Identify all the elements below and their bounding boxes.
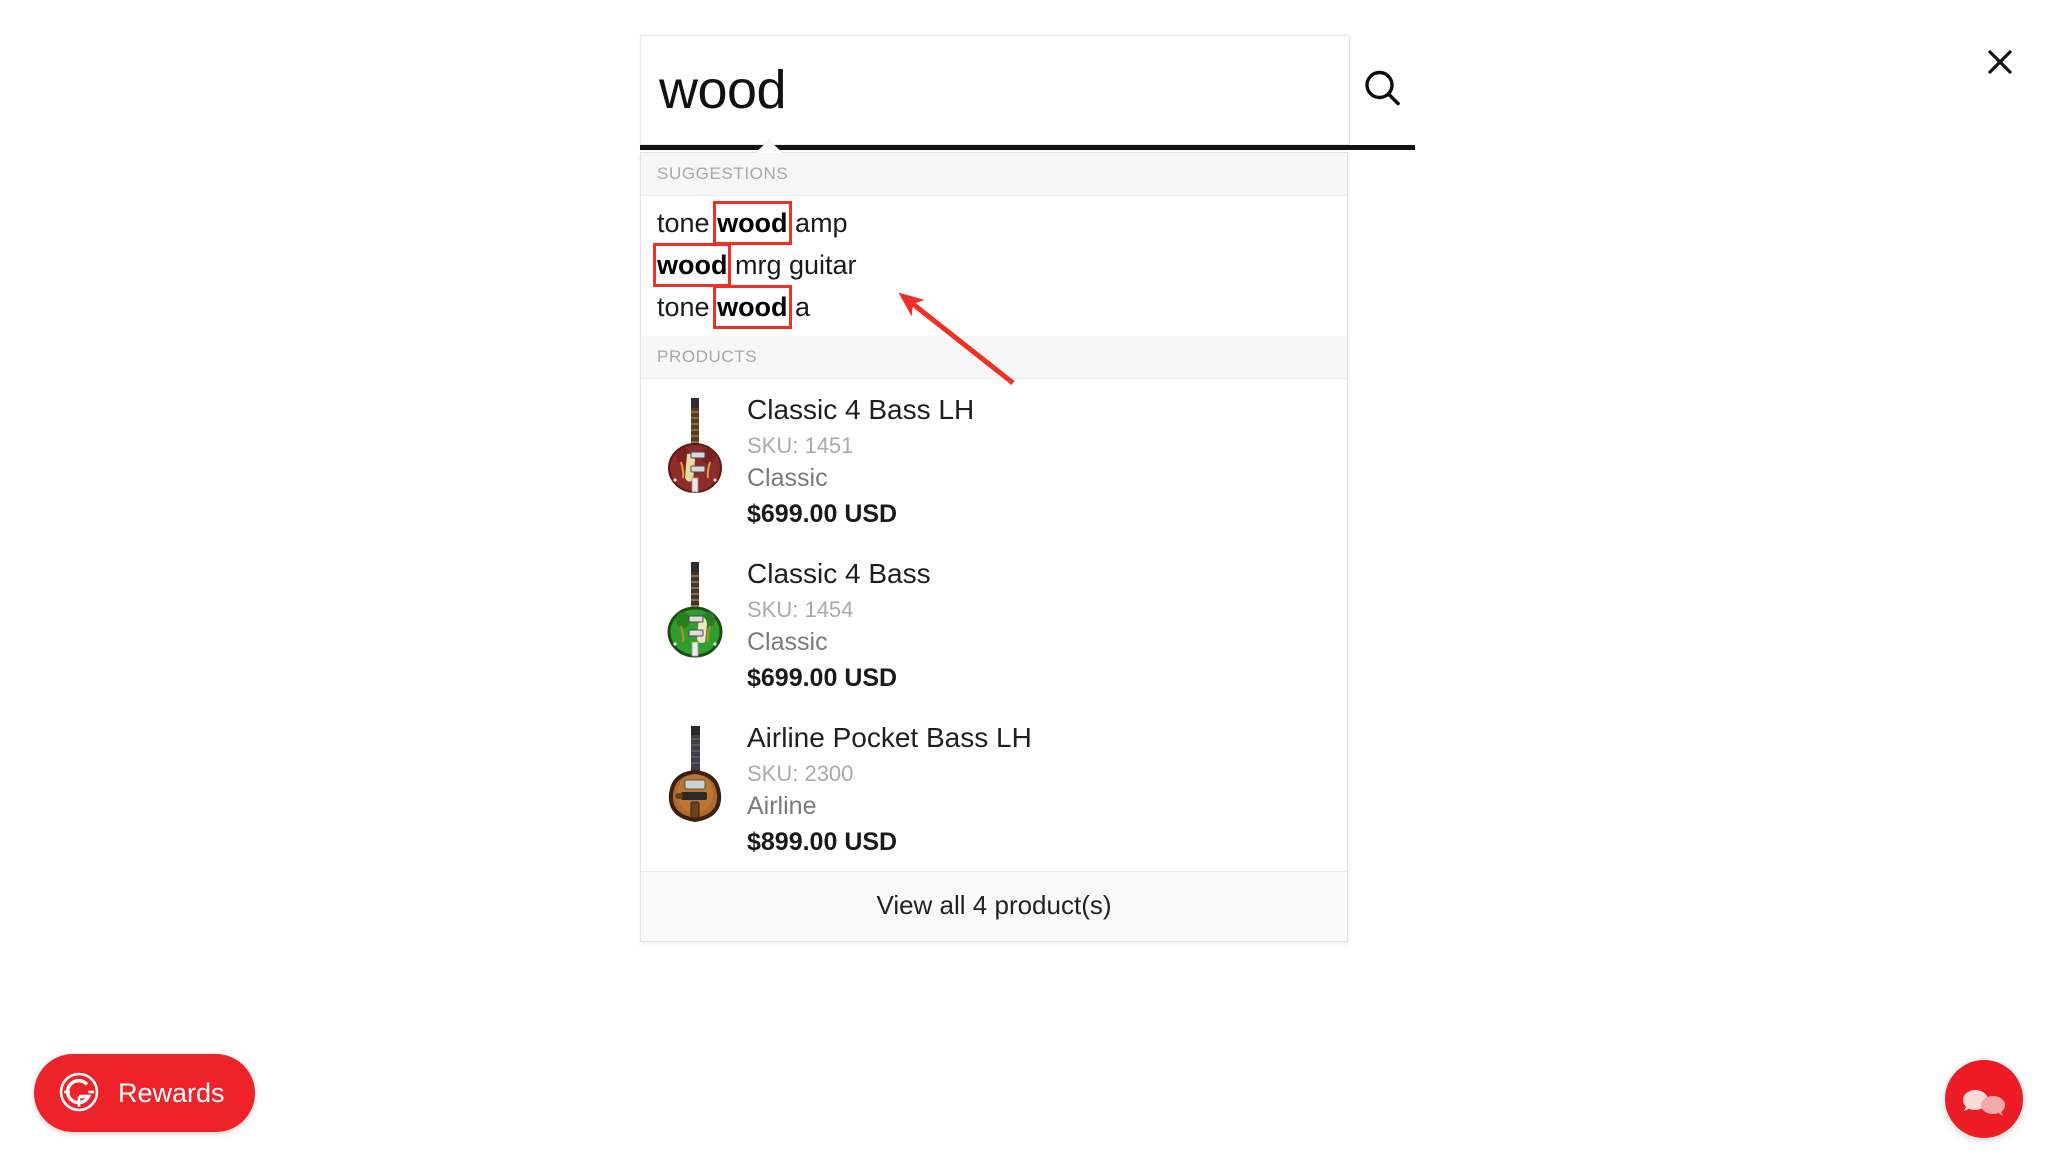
close-button[interactable] xyxy=(1975,37,2025,87)
product-info: Airline Pocket Bass LH SKU: 2300 Airline… xyxy=(747,719,1032,859)
search-input-wrapper[interactable] xyxy=(640,35,1350,145)
search-input[interactable] xyxy=(641,36,1349,144)
product-thumbnail xyxy=(657,391,733,496)
suggestion-item-2[interactable]: tone wood a xyxy=(641,286,1347,328)
search-submit-button[interactable] xyxy=(1350,35,1415,145)
rewards-g-logo-icon xyxy=(58,1071,100,1116)
rewards-button[interactable]: Rewards xyxy=(34,1054,255,1132)
products-section-header: PRODUCTS xyxy=(641,336,1347,379)
suggestion-prefix: tone xyxy=(657,208,718,238)
dropdown-caret-icon xyxy=(756,141,782,153)
product-price: $899.00 USD xyxy=(747,828,898,856)
suggestion-suffix: a xyxy=(787,292,811,322)
suggestions-section-header: SUGGESTIONS xyxy=(641,153,1347,196)
search-suggestions-dropdown: SUGGESTIONS tone wood amp wood mrg guita… xyxy=(640,152,1348,942)
product-brand: Airline xyxy=(747,792,817,820)
close-icon xyxy=(1987,49,2013,75)
product-price: $699.00 USD xyxy=(747,500,898,528)
chat-bubbles-icon xyxy=(1961,1076,2007,1123)
product-sku: SKU: 1454 xyxy=(747,597,854,622)
suggestions-list: tone wood amp wood mrg guitar tone wood … xyxy=(641,196,1347,336)
product-title: Classic 4 Bass LH xyxy=(747,394,975,425)
product-item-1[interactable]: Classic 4 Bass SKU: 1454 Classic $699.00… xyxy=(641,543,1347,707)
suggestion-suffix: mrg guitar xyxy=(727,250,857,280)
product-thumbnail xyxy=(657,719,733,824)
suggestion-match: wood xyxy=(717,208,788,238)
product-item-2[interactable]: Airline Pocket Bass LH SKU: 2300 Airline… xyxy=(641,707,1347,871)
suggestion-item-1[interactable]: wood mrg guitar xyxy=(641,244,1347,286)
suggestion-item-0[interactable]: tone wood amp xyxy=(641,202,1347,244)
chat-widget-button[interactable] xyxy=(1945,1060,2023,1138)
suggestion-prefix: tone xyxy=(657,292,718,322)
product-price: $699.00 USD xyxy=(747,664,898,692)
product-sku: SKU: 1451 xyxy=(747,433,854,458)
product-info: Classic 4 Bass SKU: 1454 Classic $699.00… xyxy=(747,555,931,695)
view-all-products-link[interactable]: View all 4 product(s) xyxy=(641,871,1347,941)
product-brand: Classic xyxy=(747,628,828,656)
suggestion-match: wood xyxy=(717,292,788,322)
product-title: Classic 4 Bass xyxy=(747,558,931,589)
suggestion-suffix: amp xyxy=(787,208,848,238)
search-bar xyxy=(640,35,1415,145)
product-info: Classic 4 Bass LH SKU: 1451 Classic $699… xyxy=(747,391,974,531)
product-item-0[interactable]: Classic 4 Bass LH SKU: 1451 Classic $699… xyxy=(641,379,1347,543)
search-icon xyxy=(1361,67,1405,114)
suggestion-match: wood xyxy=(657,250,728,280)
product-sku: SKU: 2300 xyxy=(747,761,854,786)
product-thumbnail xyxy=(657,555,733,660)
product-brand: Classic xyxy=(747,464,828,492)
rewards-label: Rewards xyxy=(118,1077,225,1108)
product-title: Airline Pocket Bass LH xyxy=(747,722,1032,753)
